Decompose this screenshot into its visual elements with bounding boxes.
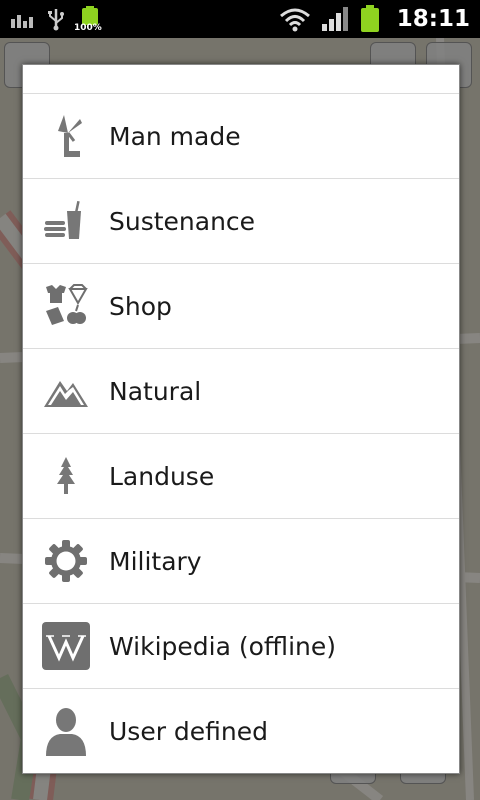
windmill-icon [39,109,93,163]
signal-bars-icon [11,15,33,28]
battery-icon: 100% [74,6,102,33]
clock: 18:11 [396,6,470,32]
mountain-icon [39,364,93,418]
list-item-landuse[interactable]: Landuse [23,433,459,518]
wikipedia-icon [39,619,93,673]
battery-full-icon [360,5,379,32]
poi-category-dialog: Man made Sustenance Shop Natural Landuse… [22,64,460,774]
list-item-shop[interactable]: Shop [23,263,459,348]
list-item-label: Sustenance [109,206,256,236]
gear-icon [39,534,93,588]
list-item-man-made[interactable]: Man made [23,93,459,178]
list-item-label: Landuse [109,461,215,491]
usb-icon [48,9,64,31]
person-icon [39,704,93,758]
list-item-sustenance[interactable]: Sustenance [23,178,459,263]
list-item-label: User defined [109,716,269,746]
cell-signal-icon [321,7,348,31]
list-item-military[interactable]: Military [23,518,459,603]
tree-icon [39,449,93,503]
shop-icon [39,279,93,333]
list-item-label: Wikipedia (offline) [109,631,337,661]
list-item-natural[interactable]: Natural [23,348,459,433]
battery-percent: 100% [74,23,102,33]
list-item-label: Natural [109,376,202,406]
list-item-label: Man made [109,121,241,151]
status-bar: 100% 18:11 [0,0,480,38]
wifi-icon [279,8,310,32]
list-item-label: Military [109,546,202,576]
list-item-user-defined[interactable]: User defined [23,688,459,773]
list-item-wikipedia[interactable]: Wikipedia (offline) [23,603,459,688]
list-item-label: Shop [109,291,172,321]
food-drink-icon [39,194,93,248]
poi-category-list: Man made Sustenance Shop Natural Landuse… [23,93,459,773]
